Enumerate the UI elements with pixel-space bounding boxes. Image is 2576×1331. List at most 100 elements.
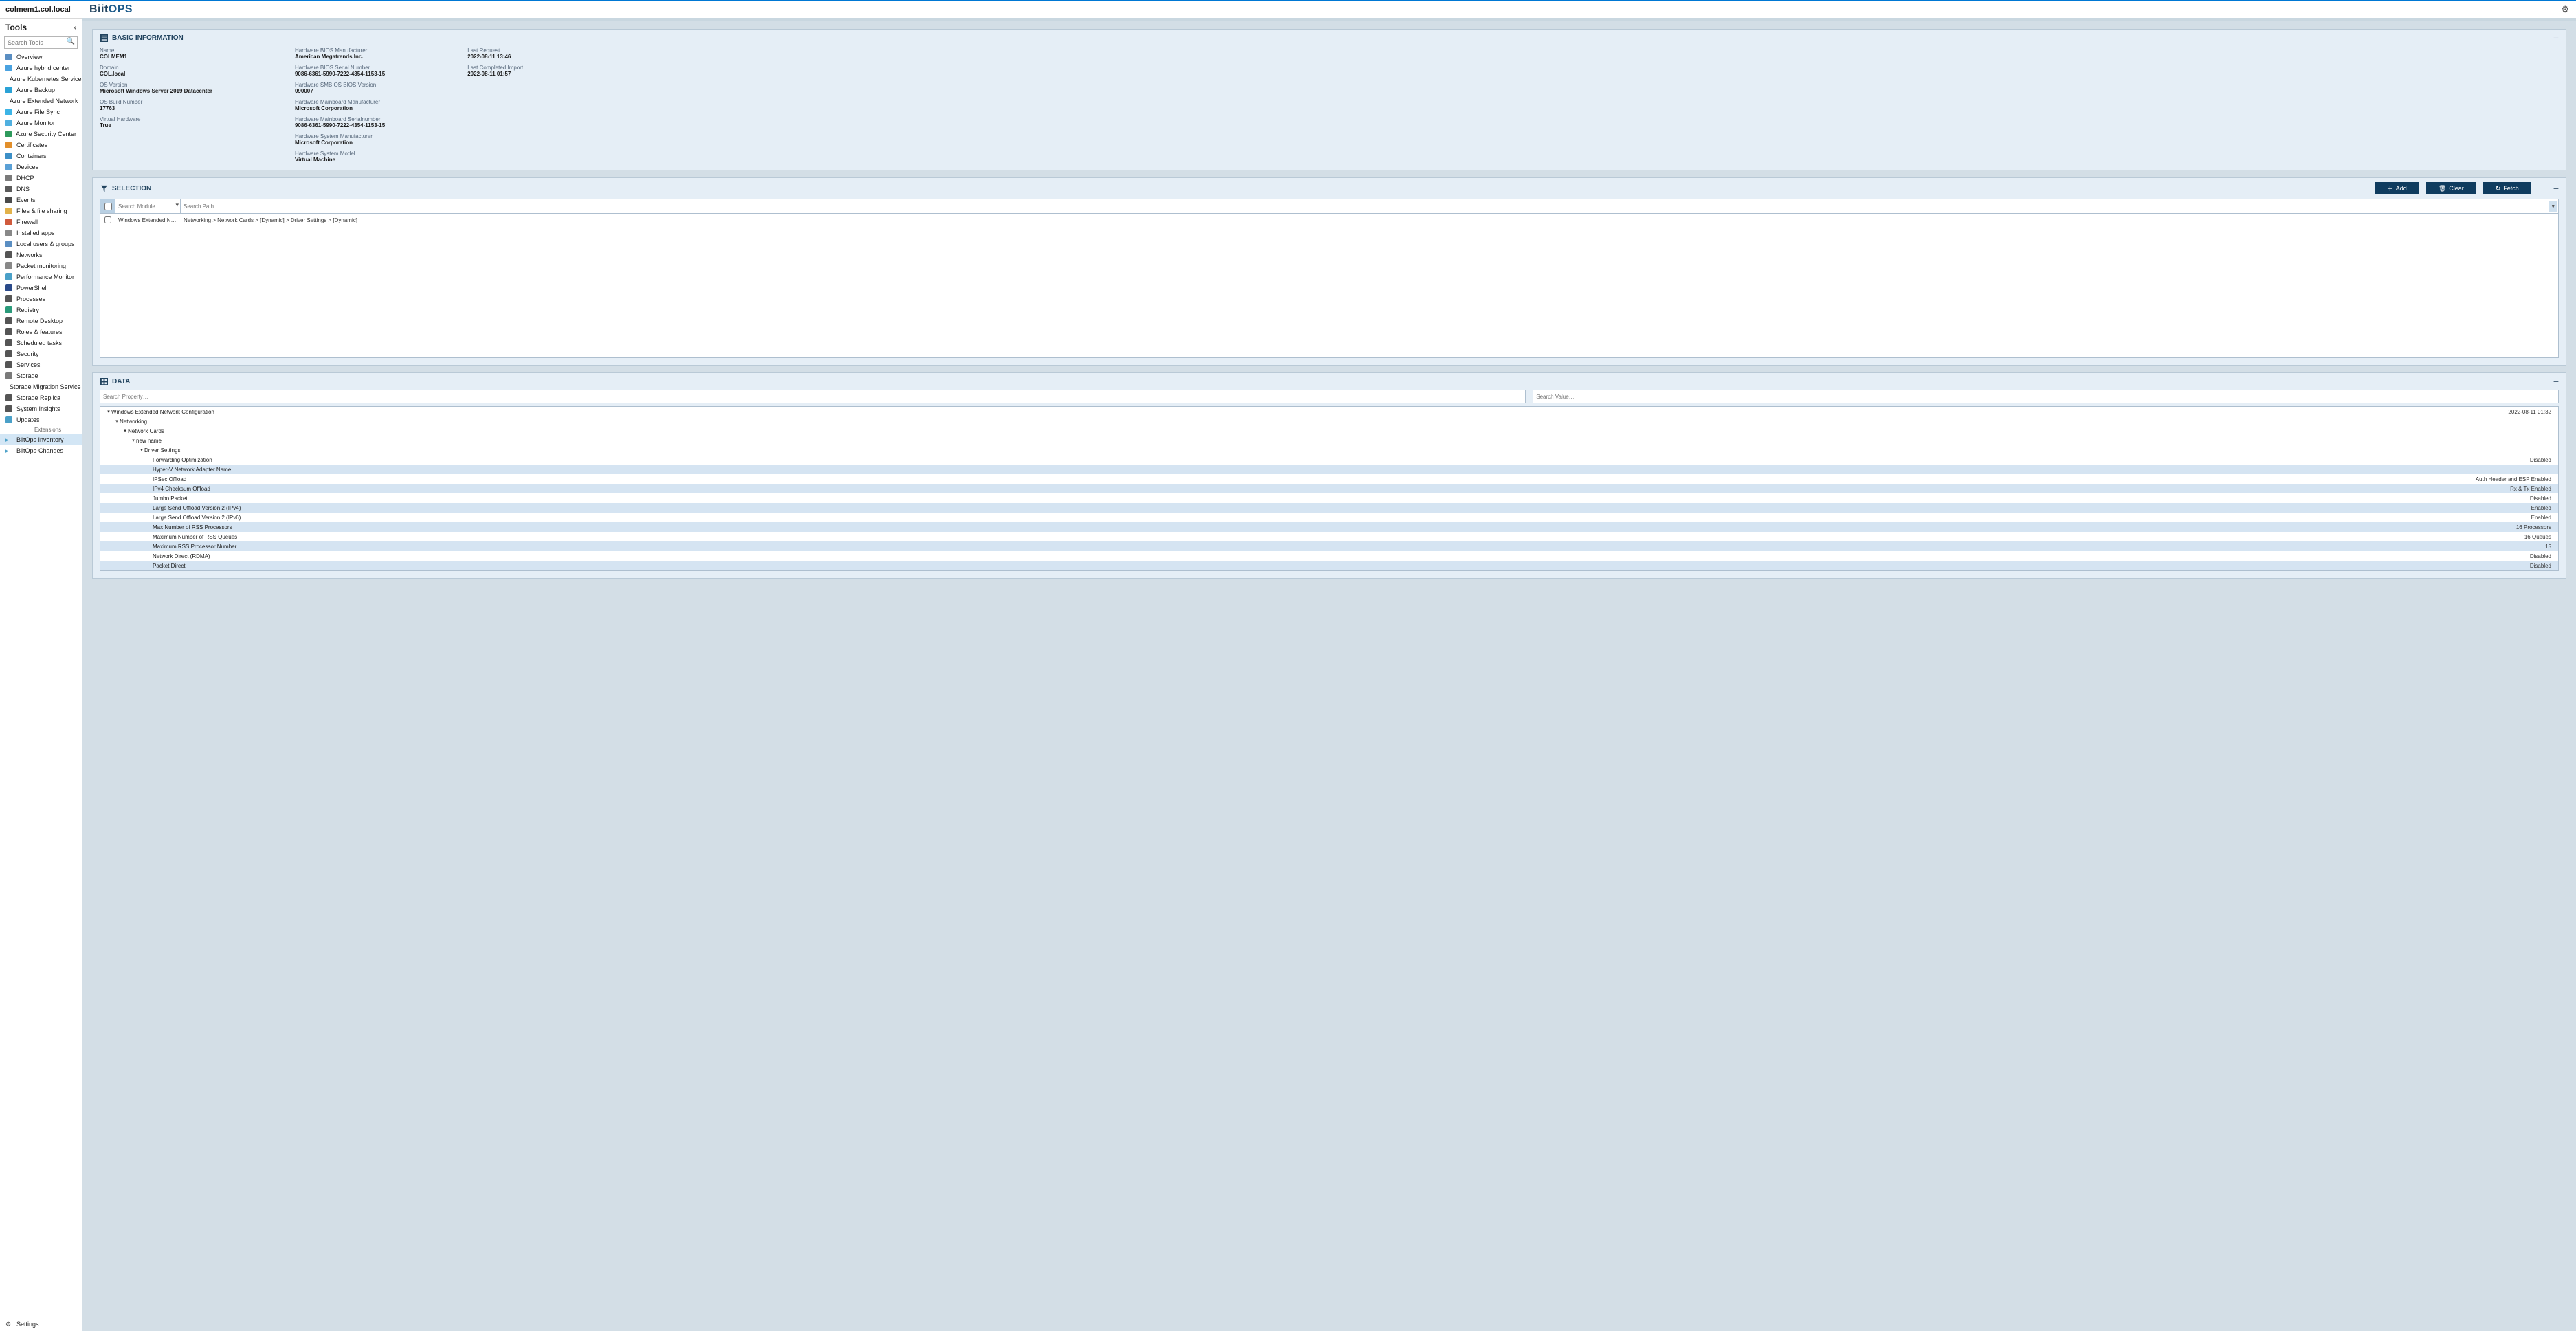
sidebar-item[interactable]: Roles & features	[0, 326, 82, 337]
sidebar-item-extension[interactable]: ▸BiitOps Inventory	[0, 434, 82, 445]
node-label: IPSec Offload	[153, 476, 2476, 482]
node-value: Enabled	[2531, 515, 2558, 521]
search-property-input[interactable]	[100, 390, 1526, 403]
sidebar-item[interactable]: Azure Backup	[0, 85, 82, 96]
info-value: 2022-08-11 13:46	[467, 54, 523, 60]
app-settings-icon[interactable]: ⚙	[2561, 4, 2569, 15]
sidebar-item[interactable]: DNS	[0, 183, 82, 194]
fetch-button[interactable]: ↻Fetch	[2483, 182, 2531, 194]
data-branch[interactable]: ▾Network Cards	[100, 426, 2558, 436]
data-icon	[100, 377, 108, 385]
node-value: 16 Processors	[2516, 524, 2558, 530]
sidebar-item[interactable]: Overview	[0, 52, 82, 63]
info-field: Hardware System ManufacturerMicrosoft Co…	[295, 133, 385, 146]
sidebar-item-extension[interactable]: ▸BiitOps-Changes	[0, 445, 82, 456]
sidebar-item[interactable]: System Insights	[0, 403, 82, 414]
sidebar-item[interactable]: Azure File Sync	[0, 107, 82, 118]
selection-row[interactable]: Windows Extended Network Configura…Netwo…	[100, 214, 2558, 226]
data-leaf[interactable]: Network Direct (RDMA)Disabled	[100, 551, 2558, 561]
sidebar-item-label: Storage Migration Service	[10, 383, 81, 390]
sidebar-item[interactable]: Storage Migration Service	[0, 381, 82, 392]
info-label: Last Request	[467, 47, 523, 54]
sidebar-item[interactable]: Services	[0, 359, 82, 370]
root-timestamp: 2022-08-11 01:32	[2508, 409, 2558, 415]
data-leaf[interactable]: Jumbo PacketDisabled	[100, 493, 2558, 503]
data-leaf[interactable]: Maximum RSS Processor Number15	[100, 541, 2558, 551]
caret-down-icon[interactable]: ▾	[122, 428, 128, 434]
sidebar-item[interactable]: Azure hybrid center	[0, 63, 82, 74]
data-branch[interactable]: ▾Networking	[100, 416, 2558, 426]
data-leaf[interactable]: Large Send Offload Version 2 (IPv6)Enabl…	[100, 513, 2558, 522]
sidebar-item[interactable]: Devices	[0, 161, 82, 172]
selection-collapse-icon[interactable]: −	[2553, 186, 2559, 191]
data-leaf[interactable]: Max Number of RSS Processors16 Processor…	[100, 522, 2558, 532]
data-leaf[interactable]: IPv4 Checksum OffloadRx & Tx Enabled	[100, 484, 2558, 493]
data-leaf[interactable]: Packet DirectDisabled	[100, 561, 2558, 570]
info-label: Hardware System Manufacturer	[295, 133, 385, 139]
data-branch[interactable]: ▾Windows Extended Network Configuration2…	[100, 407, 2558, 416]
sidebar-item[interactable]: Installed apps	[0, 227, 82, 238]
caret-down-icon[interactable]: ▾	[114, 418, 120, 424]
sidebar-item[interactable]: Performance Monitor	[0, 271, 82, 282]
sidebar-item[interactable]: Networks	[0, 249, 82, 260]
search-value-input[interactable]	[1533, 390, 2559, 403]
basic-collapse-icon[interactable]: −	[2553, 36, 2559, 41]
info-value: 090007	[295, 88, 385, 94]
sidebar-item[interactable]: Local users & groups	[0, 238, 82, 249]
sidebar-item[interactable]: Azure Security Center	[0, 128, 82, 139]
sidebar-item[interactable]: Storage Replica	[0, 392, 82, 403]
caret-down-icon[interactable]: ▾	[131, 438, 136, 443]
sidebar-item[interactable]: Events	[0, 194, 82, 205]
sidebar-item[interactable]: PowerShell	[0, 282, 82, 293]
sidebar-item[interactable]: Security	[0, 348, 82, 359]
sidebar-item[interactable]: Updates	[0, 414, 82, 425]
sidebar-item[interactable]: Azure Extended Network	[0, 96, 82, 107]
data-leaf[interactable]: IPSec OffloadAuth Header and ESP Enabled	[100, 474, 2558, 484]
sidebar-item-label: DNS	[16, 186, 30, 192]
data-leaf[interactable]: Hyper-V Network Adapter Name	[100, 465, 2558, 474]
info-label: Last Completed Import	[467, 65, 523, 71]
sidebar-item[interactable]: Registry	[0, 304, 82, 315]
sidebar-item-label: Roles & features	[16, 328, 63, 335]
select-all-checkbox[interactable]	[104, 203, 112, 210]
search-path-input[interactable]	[181, 199, 2558, 213]
dropdown-icon[interactable]: ▾	[2549, 201, 2557, 212]
sidebar-item[interactable]: Storage	[0, 370, 82, 381]
sidebar-item[interactable]: Containers	[0, 150, 82, 161]
data-leaf[interactable]: Forwarding OptimizationDisabled	[100, 455, 2558, 465]
sidebar-item[interactable]: Remote Desktop	[0, 315, 82, 326]
sidebar-item-label: Containers	[16, 153, 47, 159]
gear-icon: ⚙	[5, 1321, 12, 1328]
caret-down-icon[interactable]: ▾	[106, 409, 111, 414]
refresh-icon: ↻	[2496, 185, 2501, 192]
sidebar-item[interactable]: DHCP	[0, 172, 82, 183]
sidebar-item[interactable]: Processes	[0, 293, 82, 304]
clear-button[interactable]: 🗑Clear	[2426, 182, 2476, 194]
tools-collapse-icon[interactable]: ‹	[74, 24, 76, 32]
data-leaf[interactable]: Large Send Offload Version 2 (IPv4)Enabl…	[100, 503, 2558, 513]
info-value: 2022-08-11 01:57	[467, 71, 523, 77]
sidebar-item[interactable]: Scheduled tasks	[0, 337, 82, 348]
sidebar-item-label: Azure Kubernetes Service	[10, 76, 82, 82]
settings-item[interactable]: ⚙ Settings	[0, 1317, 82, 1331]
data-branch[interactable]: ▾Driver Settings	[100, 445, 2558, 455]
caret-down-icon[interactable]: ▾	[139, 447, 144, 453]
add-button[interactable]: ＋Add	[2375, 182, 2419, 194]
info-label: Virtual Hardware	[100, 116, 212, 122]
sidebar-item[interactable]: Firewall	[0, 216, 82, 227]
dropdown-icon[interactable]: ▾	[175, 201, 179, 209]
data-branch[interactable]: ▾new name	[100, 436, 2558, 445]
data-leaf[interactable]: Maximum Number of RSS Queues16 Queues	[100, 532, 2558, 541]
sidebar-item[interactable]: Azure Kubernetes Service	[0, 74, 82, 85]
node-label: Max Number of RSS Processors	[153, 524, 2516, 530]
node-label: Jumbo Packet	[153, 495, 2530, 502]
sidebar-item[interactable]: Azure Monitor	[0, 118, 82, 128]
sidebar-item[interactable]: Certificates	[0, 139, 82, 150]
tool-icon	[5, 295, 12, 302]
sidebar-item[interactable]: Files & file sharing	[0, 205, 82, 216]
tool-icon	[5, 175, 12, 181]
sidebar-item[interactable]: Packet monitoring	[0, 260, 82, 271]
data-collapse-icon[interactable]: −	[2553, 379, 2559, 384]
row-checkbox[interactable]	[104, 216, 111, 223]
search-module-input[interactable]	[115, 199, 180, 213]
